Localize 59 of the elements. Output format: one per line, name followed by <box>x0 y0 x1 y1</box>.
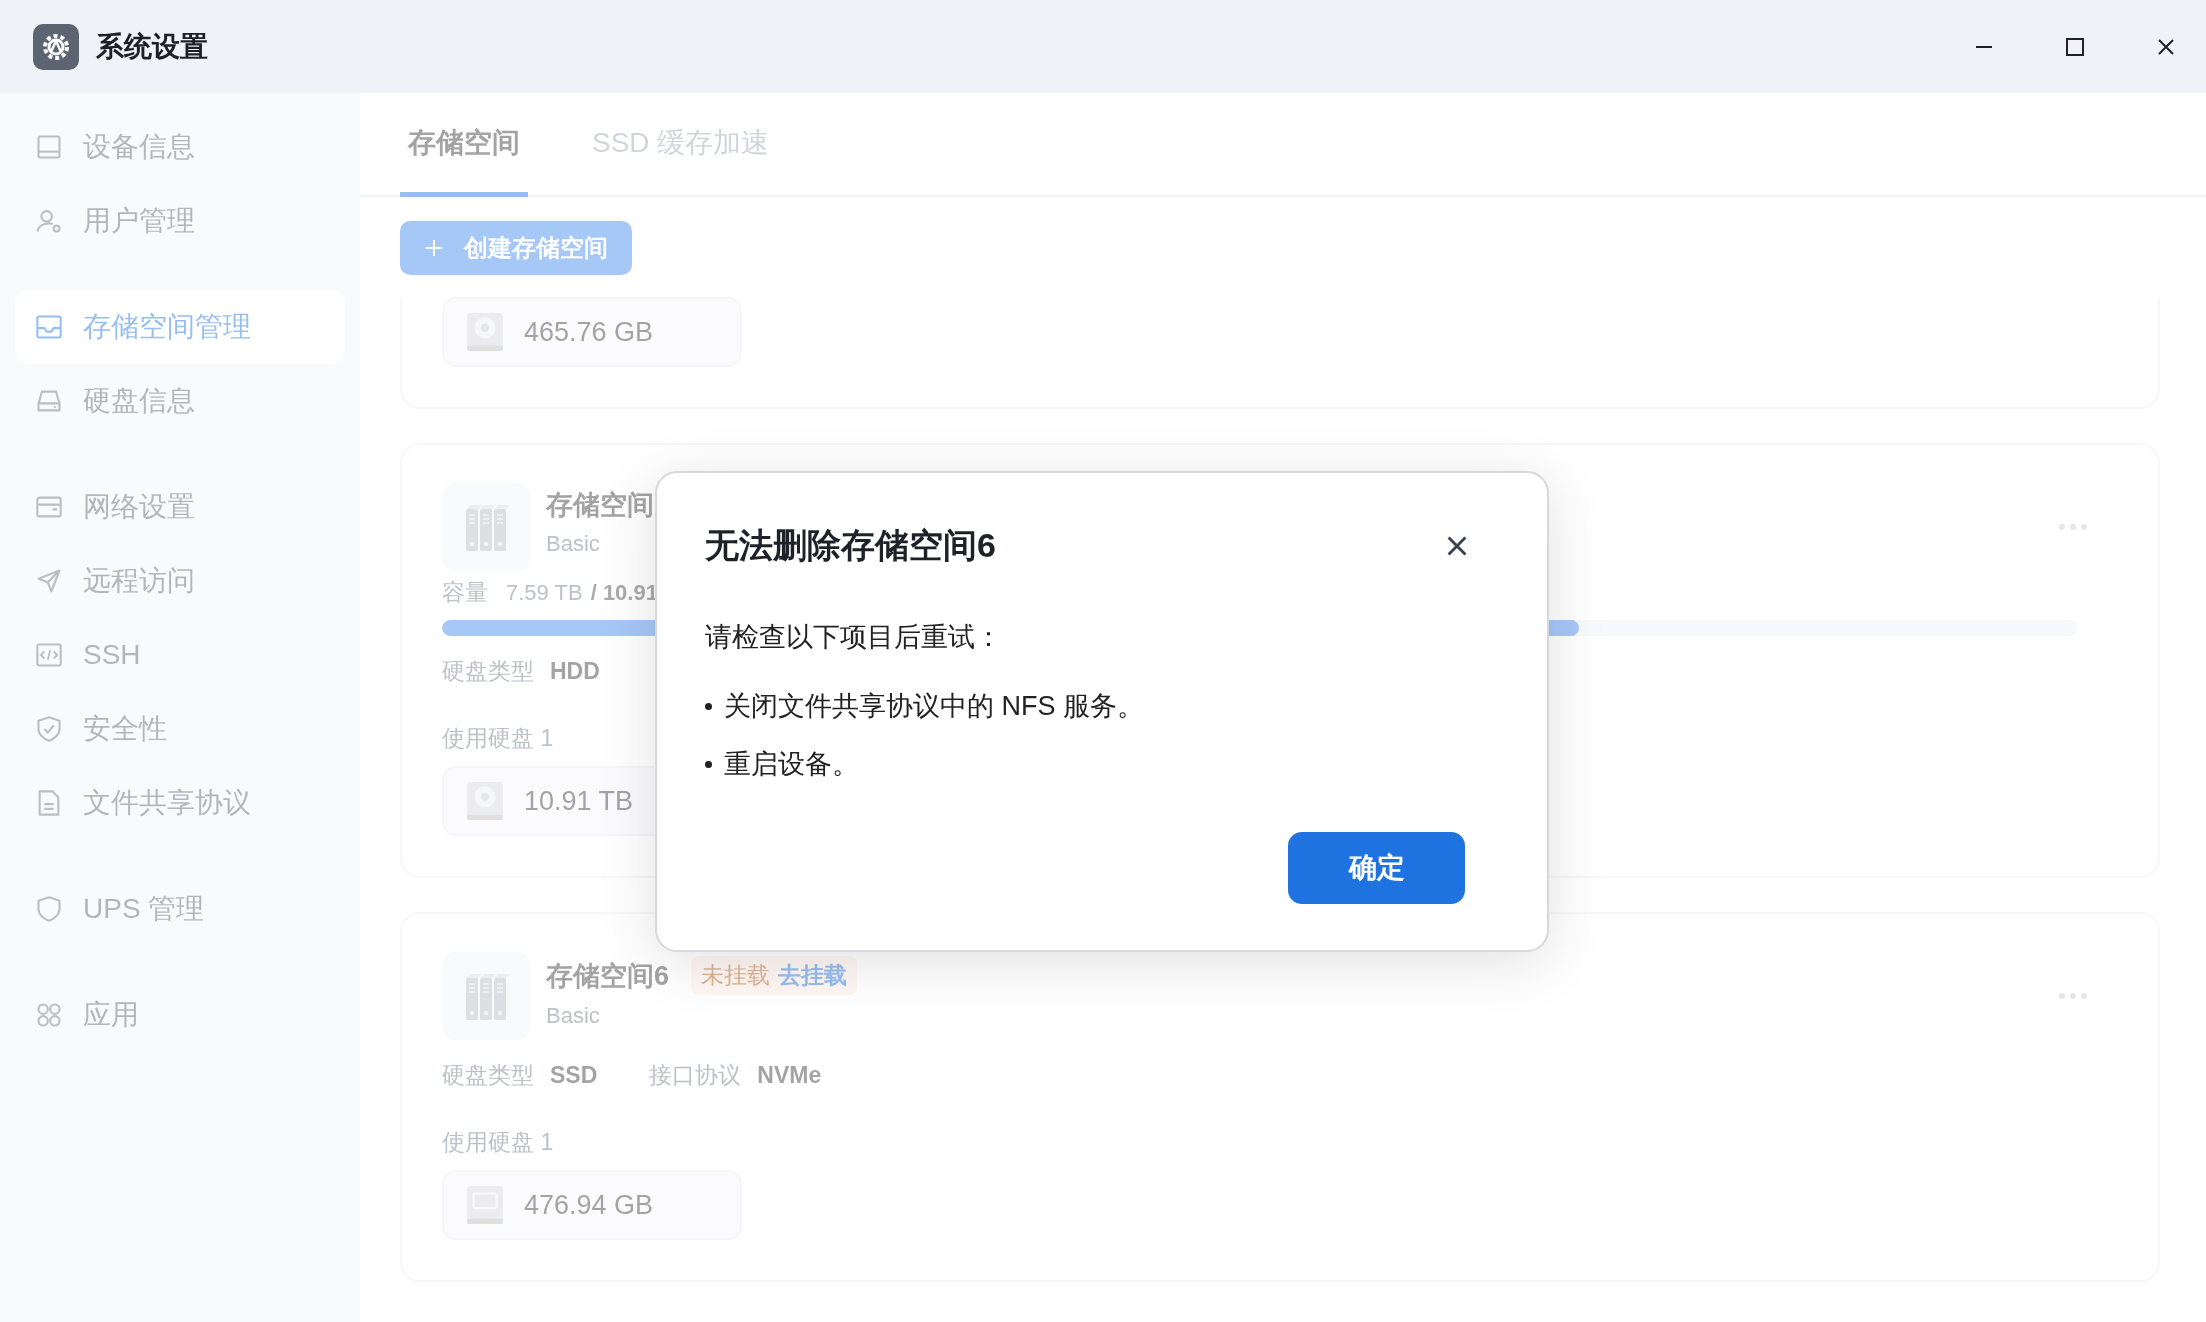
confirm-button[interactable]: 确定 <box>1288 832 1465 904</box>
disks-label: 使用硬盘 1 <box>442 724 554 753</box>
create-storage-button[interactable]: 创建存储空间 <box>400 221 632 275</box>
server-icon <box>442 483 530 571</box>
detail-value: SSD <box>550 1062 598 1089</box>
window-title: 系统设置 <box>96 29 208 64</box>
sidebar-item[interactable]: 设备信息 <box>15 110 345 184</box>
raid-type: Basic <box>546 531 601 557</box>
detail-value: NVMe <box>757 1062 822 1089</box>
sidebar-item[interactable]: 应用 <box>15 978 345 1052</box>
storage-name: 存储空间 <box>546 489 654 522</box>
sidebar-item[interactable]: 远程访问 <box>15 544 345 618</box>
hard-drive-icon <box>464 780 506 822</box>
grid-icon <box>35 1001 63 1029</box>
total-value: / 10.91 <box>590 580 658 606</box>
detail-label: 硬盘类型 <box>442 657 534 686</box>
disk-size: 465.76 GB <box>524 316 654 348</box>
gear-icon <box>33 23 79 70</box>
dialog-list-item: 重启设备。 <box>724 748 859 781</box>
used-value: 7.59 TB <box>506 580 583 606</box>
storage-name: 存储空间6 <box>546 959 670 993</box>
sidebar-item[interactable]: 存储空间管理 <box>15 290 345 364</box>
disks-label: 使用硬盘 1 <box>442 1128 554 1157</box>
status-label: 未挂载 <box>701 961 771 990</box>
user-gear-icon <box>35 207 63 235</box>
inbox-icon <box>35 313 63 341</box>
bullet-icon <box>705 760 712 768</box>
detail-value: HDD <box>550 658 600 685</box>
raid-type: Basic <box>546 1003 601 1029</box>
sidebar-item[interactable]: 安全性 <box>15 692 345 766</box>
bullet-icon <box>705 702 712 710</box>
shield-check-icon <box>35 715 63 743</box>
maximize-icon[interactable] <box>2065 36 2085 57</box>
capacity-label: 容量 <box>442 578 488 607</box>
ssd-icon <box>464 1184 506 1226</box>
sidebar-item[interactable]: SSH <box>15 618 345 692</box>
code-icon <box>35 641 63 669</box>
mount-link[interactable]: 去挂载 <box>778 960 848 991</box>
close-icon[interactable] <box>1445 534 1469 558</box>
disk-size: 10.91 TB <box>524 785 634 817</box>
shield-icon <box>35 895 63 923</box>
server-icon <box>442 952 530 1040</box>
dialog-message: 请检查以下项目后重试： <box>705 621 1003 654</box>
detail-label: 接口协议 <box>649 1061 742 1090</box>
detail-label: 硬盘类型 <box>442 1061 534 1090</box>
sidebar-item[interactable]: 文件共享协议 <box>15 766 345 840</box>
plus-icon <box>424 238 444 258</box>
sidebar-item[interactable]: 网络设置 <box>15 470 345 544</box>
sidebar-item[interactable]: 用户管理 <box>15 184 345 258</box>
hard-drive-icon <box>464 311 506 353</box>
disk-size: 476.94 GB <box>524 1189 654 1221</box>
close-icon[interactable] <box>2156 36 2176 57</box>
tab[interactable]: 存储空间 <box>400 93 528 197</box>
dialog-list-item: 关闭文件共享协议中的 NFS 服务。 <box>724 690 1144 723</box>
monitor-icon <box>35 133 63 161</box>
dialog-title: 无法删除存储空间6 <box>705 525 996 566</box>
send-icon <box>35 567 63 595</box>
sidebar-item[interactable]: 硬盘信息 <box>15 364 345 438</box>
sidebar-item[interactable]: UPS 管理 <box>15 872 345 946</box>
